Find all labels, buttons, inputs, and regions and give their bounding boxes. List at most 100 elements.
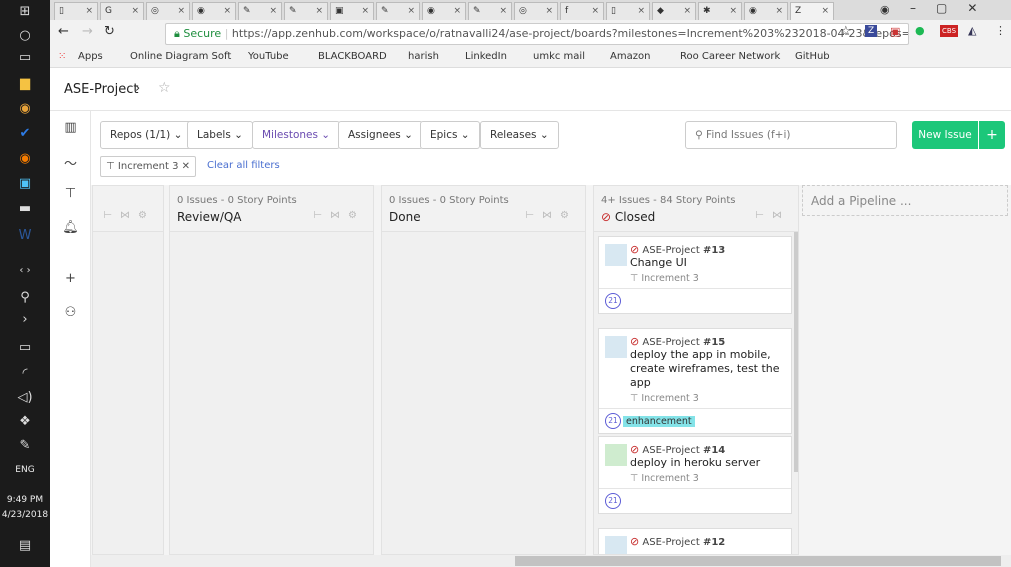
new-issue-button[interactable]: New Issue [912, 121, 978, 149]
window-controls[interactable]: –▢✕ [910, 1, 997, 15]
clock-date[interactable]: 4/23/2018 [0, 510, 50, 520]
bookmark-github[interactable]: GitHub [795, 51, 830, 62]
app-icon[interactable]: ▣ [0, 176, 50, 191]
browser-tab[interactable]: f × [560, 2, 604, 20]
add-icon[interactable]: + [50, 271, 91, 286]
issue-card[interactable]: ⊘ ASE-Project #12 [598, 528, 792, 554]
browser-tab[interactable]: ▯ × [606, 2, 650, 20]
app-header: ASE-Project › ☆ [50, 68, 1011, 111]
address-bar-row: ← → ↻ 🔒︎ Secure | https://app.zenhub.com… [50, 20, 1011, 47]
label-enhancement[interactable]: enhancement [623, 415, 695, 427]
zenhub-extension-icon[interactable]: Z [865, 25, 878, 37]
file-explorer-icon[interactable]: ▆ [0, 76, 50, 91]
browser-tab[interactable]: ✎ × [376, 2, 420, 20]
releases-filter[interactable]: Releases ⌄ [480, 121, 559, 149]
browser-tab[interactable]: ▯ × [54, 2, 98, 20]
url-input[interactable]: 🔒︎ Secure | https://app.zenhub.com/works… [165, 23, 909, 45]
browser-tab[interactable]: ✱ × [698, 2, 742, 20]
browser-tab[interactable]: G × [100, 2, 144, 20]
extension-icon[interactable]: ◭ [968, 24, 976, 37]
cortana-icon[interactable]: ○ [0, 28, 50, 43]
browser-tab[interactable]: ✎ × [284, 2, 328, 20]
wifi-icon[interactable]: ◜ [0, 366, 50, 381]
close-icon[interactable]: ✕ [182, 161, 190, 172]
firefox-icon[interactable]: ◉ [0, 151, 50, 166]
pen-icon[interactable]: ✎ [0, 438, 50, 453]
forward-icon[interactable]: → [82, 24, 93, 39]
bookmark-roo-career[interactable]: Roo Career Network [680, 51, 780, 62]
bookmark-harish[interactable]: harish [408, 51, 439, 62]
extension-icon[interactable]: ▣ [890, 25, 900, 38]
grammarly-icon[interactable]: ● [915, 24, 925, 37]
profile-icon[interactable]: ◉ [880, 3, 890, 16]
browser-tab[interactable]: ◉ × [192, 2, 236, 20]
back-icon[interactable]: ← [58, 24, 69, 39]
epics-filter[interactable]: Epics ⌄ [420, 121, 480, 149]
browser-tab[interactable]: ◉ × [744, 2, 788, 20]
bookmark-amazon[interactable]: Amazon [610, 51, 650, 62]
chevron-right-icon[interactable]: › [135, 81, 140, 96]
issue-card[interactable]: ⊘ ASE-Project #15 deploy the app in mobi… [598, 328, 792, 434]
todo-icon[interactable]: ✔ [0, 126, 50, 141]
search-input[interactable]: ⚲ Find Issues (f+i) [685, 121, 897, 149]
language[interactable]: ENG [0, 465, 50, 475]
terminal-icon[interactable]: ▬ [0, 201, 50, 216]
chrome-icon[interactable]: ◉ [0, 101, 50, 116]
bookmark-star-icon[interactable]: ☆ [840, 24, 852, 39]
board-icon[interactable]: ▥ [50, 120, 91, 135]
bookmark-blackboard[interactable]: BLACKBOARD [318, 51, 387, 62]
reload-icon[interactable]: ↻ [104, 24, 115, 39]
pipeline-actions[interactable]: ⊢⋈⚙ [313, 210, 365, 221]
issue-card[interactable]: ⊘ ASE-Project #14 deploy in heroku serve… [598, 436, 792, 514]
task-view-icon[interactable]: ▭ [0, 50, 50, 65]
repos-filter[interactable]: Repos (1/1) ⌄ [100, 121, 193, 149]
browser-tab[interactable]: ◎ × [146, 2, 190, 20]
bookmark-linkedin[interactable]: LinkedIn [465, 51, 507, 62]
milestones-filter[interactable]: Milestones ⌄ [252, 121, 341, 149]
pipeline-actions[interactable]: ⊢⋈⚙ [103, 210, 155, 221]
word-icon[interactable]: W [0, 228, 50, 243]
pipeline-actions[interactable]: ⊢⋈ [755, 210, 790, 221]
bookmark-youtube[interactable]: YouTube [248, 51, 289, 62]
add-user-icon[interactable]: ⚇ [50, 305, 91, 320]
browser-tab[interactable]: ✎ × [468, 2, 512, 20]
browser-tab[interactable]: ▣ × [330, 2, 374, 20]
active-filter-chip[interactable]: ⊤ Increment 3 ✕ [100, 156, 197, 177]
issue-card[interactable]: ⊘ ASE-Project #13 Change UI ⊤ Increment … [598, 236, 792, 314]
labels-filter[interactable]: Labels ⌄ [187, 121, 253, 149]
browser-tab[interactable]: ◆ × [652, 2, 696, 20]
browser-tab-active[interactable]: Z × [790, 2, 834, 20]
milestone-icon: ⊤ [106, 161, 115, 172]
star-icon[interactable]: ☆ [158, 80, 171, 96]
clear-filters-link[interactable]: Clear all filters [207, 160, 280, 171]
horizontal-scrollbar[interactable] [91, 555, 1011, 567]
extension-icon[interactable]: CBS [940, 25, 959, 37]
reports-icon[interactable]: 〜 [50, 153, 91, 172]
assignees-filter[interactable]: Assignees ⌄ [338, 121, 423, 149]
scrollbar[interactable] [794, 232, 798, 472]
new-issue-menu-button[interactable]: + [979, 121, 1005, 149]
project-title[interactable]: ASE-Project [64, 82, 139, 97]
bookmark-umkc-mail[interactable]: umkc mail [533, 51, 585, 62]
dropbox-icon[interactable]: ❖ [0, 414, 50, 429]
clock-time[interactable]: 9:49 PM [0, 495, 50, 505]
pipeline-name: ⊘ Closed [601, 210, 656, 224]
menu-icon[interactable]: ⋮ [995, 24, 1006, 37]
notifications-icon[interactable]: ▤ [0, 538, 50, 553]
avatar [605, 244, 627, 266]
people-icon[interactable]: ⚲ [0, 290, 50, 305]
tray-arrows-icon[interactable]: ‹ › [0, 265, 50, 276]
scrollbar-thumb[interactable] [515, 556, 1001, 566]
add-pipeline-button[interactable]: Add a Pipeline ... [802, 185, 1008, 216]
bookmark-apps[interactable]: Apps [78, 51, 103, 62]
bookmark-online-diagram[interactable]: Online Diagram Soft [130, 51, 231, 62]
chevron-icon[interactable]: › [0, 312, 50, 327]
pipeline-actions[interactable]: ⊢⋈⚙ [525, 210, 577, 221]
browser-tab[interactable]: ◎ × [514, 2, 558, 20]
milestone-icon[interactable]: ⊤ [50, 186, 91, 201]
browser-tab[interactable]: ◉ × [422, 2, 466, 20]
browser-tab[interactable]: ✎ × [238, 2, 282, 20]
windows-start-icon[interactable]: ⊞ [0, 4, 50, 19]
volume-icon[interactable]: ◁) [0, 390, 50, 405]
bell-icon[interactable]: 🔔︎ [50, 220, 91, 235]
